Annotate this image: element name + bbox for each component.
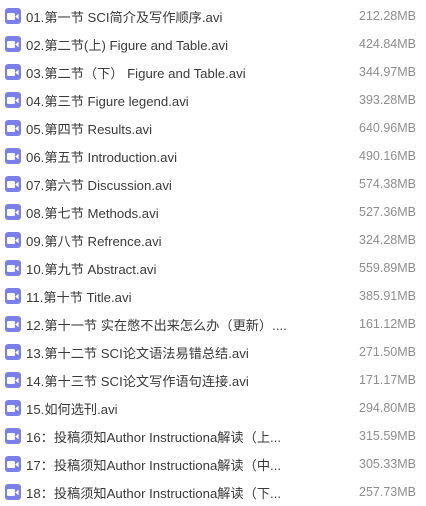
file-size: 294.80MB — [359, 401, 416, 415]
file-size: 161.12MB — [359, 317, 416, 331]
file-size: 574.38MB — [359, 177, 416, 191]
file-size: 490.16MB — [359, 149, 416, 163]
file-row[interactable]: 01.第一节 SCI简介及写作顺序.avi 212.28MB — [0, 2, 426, 30]
video-file-icon — [5, 316, 21, 332]
file-size: 305.33MB — [359, 457, 416, 471]
file-row[interactable]: 14.第十三节 SCI论文写作语句连接.avi 171.17MB — [0, 366, 426, 394]
file-row[interactable]: 15.如何选刊.avi 294.80MB — [0, 394, 426, 422]
file-size: 171.17MB — [359, 373, 416, 387]
file-name: 02.第二节(上) Figure and Table.avi — [26, 37, 229, 53]
file-size: 315.59MB — [359, 429, 416, 443]
video-file-icon — [5, 484, 21, 500]
file-row[interactable]: 12.第十一节 实在憋不出来怎么办（更新）.... 161.12MB — [0, 310, 426, 338]
file-name: 17：投稿须知Author Instructiona解读（中... — [26, 457, 282, 473]
file-name: 10.第九节 Abstract.avi — [26, 261, 157, 277]
file-name: 08.第七节 Methods.avi — [26, 205, 159, 221]
video-file-icon — [5, 64, 21, 80]
file-name: 05.第四节 Results.avi — [26, 121, 153, 137]
file-name: 18：投稿须知Author Instructiona解读（下... — [26, 485, 282, 501]
file-row[interactable]: 03.第二节（下） Figure and Table.avi 344.97MB — [0, 58, 426, 86]
file-size: 212.28MB — [359, 9, 416, 23]
file-size: 393.28MB — [359, 93, 416, 107]
file-name: 15.如何选刊.avi — [26, 401, 118, 417]
video-file-icon — [5, 92, 21, 108]
file-size: 324.28MB — [359, 233, 416, 247]
file-row[interactable]: 17：投稿须知Author Instructiona解读（中... 305.33… — [0, 450, 426, 478]
file-name: 04.第三节 Figure legend.avi — [26, 93, 189, 109]
file-size: 271.50MB — [359, 345, 416, 359]
file-size: 257.73MB — [359, 485, 416, 499]
file-row[interactable]: 11.第十节 Title.avi 385.91MB — [0, 282, 426, 310]
file-row[interactable]: 07.第六节 Discussion.avi 574.38MB — [0, 170, 426, 198]
video-file-icon — [5, 232, 21, 248]
file-row[interactable]: 10.第九节 Abstract.avi 559.89MB — [0, 254, 426, 282]
file-name: 11.第十节 Title.avi — [26, 289, 132, 305]
file-name: 01.第一节 SCI简介及写作顺序.avi — [26, 9, 223, 25]
video-file-icon — [5, 400, 21, 416]
video-file-icon — [5, 428, 21, 444]
file-row[interactable]: 05.第四节 Results.avi 640.96MB — [0, 114, 426, 142]
video-file-icon — [5, 204, 21, 220]
file-name: 16：投稿须知Author Instructiona解读（上... — [26, 429, 282, 445]
file-size: 559.89MB — [359, 261, 416, 275]
video-file-icon — [5, 8, 21, 24]
file-row[interactable]: 06.第五节 Introduction.avi 490.16MB — [0, 142, 426, 170]
file-name: 12.第十一节 实在憋不出来怎么办（更新）.... — [26, 317, 287, 333]
file-size: 424.84MB — [359, 37, 416, 51]
video-file-icon — [5, 148, 21, 164]
video-file-icon — [5, 36, 21, 52]
file-row[interactable]: 08.第七节 Methods.avi 527.36MB — [0, 198, 426, 226]
file-list: 01.第一节 SCI简介及写作顺序.avi 212.28MB 02.第二节(上)… — [0, 0, 426, 506]
video-file-icon — [5, 456, 21, 472]
file-name: 14.第十三节 SCI论文写作语句连接.avi — [26, 373, 249, 389]
file-row[interactable]: 02.第二节(上) Figure and Table.avi 424.84MB — [0, 30, 426, 58]
video-file-icon — [5, 176, 21, 192]
video-file-icon — [5, 344, 21, 360]
file-size: 344.97MB — [359, 65, 416, 79]
file-name: 06.第五节 Introduction.avi — [26, 149, 177, 165]
file-name: 13.第十二节 SCI论文语法易错总结.avi — [26, 345, 249, 361]
video-file-icon — [5, 288, 21, 304]
video-file-icon — [5, 120, 21, 136]
video-file-icon — [5, 372, 21, 388]
file-row[interactable]: 16：投稿须知Author Instructiona解读（上... 315.59… — [0, 422, 426, 450]
file-name: 09.第八节 Refrence.avi — [26, 233, 162, 249]
file-size: 640.96MB — [359, 121, 416, 135]
video-file-icon — [5, 260, 21, 276]
file-row[interactable]: 13.第十二节 SCI论文语法易错总结.avi 271.50MB — [0, 338, 426, 366]
file-row[interactable]: 09.第八节 Refrence.avi 324.28MB — [0, 226, 426, 254]
file-size: 527.36MB — [359, 205, 416, 219]
file-name: 03.第二节（下） Figure and Table.avi — [26, 65, 246, 81]
file-row[interactable]: 04.第三节 Figure legend.avi 393.28MB — [0, 86, 426, 114]
file-size: 385.91MB — [359, 289, 416, 303]
file-row[interactable]: 18：投稿须知Author Instructiona解读（下... 257.73… — [0, 478, 426, 506]
file-name: 07.第六节 Discussion.avi — [26, 177, 172, 193]
